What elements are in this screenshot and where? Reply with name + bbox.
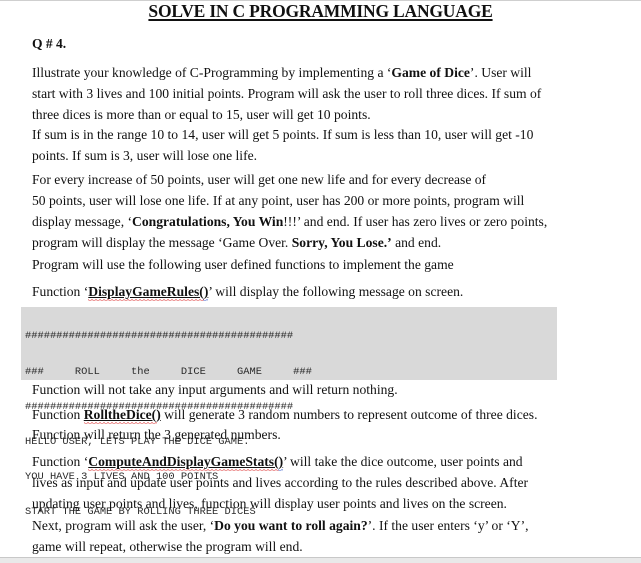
display-rules-line: Function ‘DisplayGameRules()’ will displ… <box>32 281 592 302</box>
functions-intro-line: Program will use the following user defi… <box>32 257 454 272</box>
spellcheck-underline <box>88 469 280 472</box>
function-name-text: RolltheDice() <box>83 407 161 422</box>
console-output-block: ########################################… <box>21 307 557 518</box>
display-rules-note-line: Function will not take any input argumen… <box>32 382 398 397</box>
roll-dice-paragraph: Function RolltheDice() will generate 3 r… <box>32 404 592 444</box>
function-name-display-game-rules: DisplayGameRules() <box>88 284 209 302</box>
roll-dice-line-2: Function will return the 3 generated num… <box>32 427 281 442</box>
compute-stats-line-3: updating user points and lives, function… <box>32 496 507 511</box>
intro-line-3: three dices is more than or equal to 15,… <box>32 107 371 122</box>
function-name-compute-and-display-game-stats: ComputeAndDisplayGameStats() <box>88 454 284 472</box>
lives-text: display message, ‘ <box>32 214 133 229</box>
function-name-roll-the-dice: RolltheDice() <box>83 407 161 425</box>
bottom-border <box>0 557 641 563</box>
repeat-rule-paragraph: Next, program will ask the user, ‘Do you… <box>32 515 592 557</box>
lives-rule-paragraph: For every increase of 50 points, user wi… <box>32 169 592 253</box>
lives-text: !!!’ and end. If user has zero lives or … <box>283 214 548 229</box>
page-title: SOLVE IN C PROGRAMMING LANGUAGE <box>148 1 493 21</box>
functions-intro-paragraph: Program will use the following user defi… <box>32 254 592 275</box>
display-rules-paragraph: Function ‘DisplayGameRules()’ will displ… <box>32 281 592 302</box>
function-name-text: ComputeAndDisplayGameStats() <box>88 454 284 469</box>
grammar-underline <box>203 299 209 302</box>
repeat-line-2: game will repeat, otherwise the program … <box>32 539 303 554</box>
function-name-text: DisplayGameRules() <box>88 284 209 299</box>
lives-text: and end. <box>391 235 442 250</box>
lives-text: program will display the message ‘Game O… <box>32 235 292 250</box>
display-rules-suffix: ’ will display the following message on … <box>208 284 464 299</box>
lives-line-3: display message, ‘Congratulations, You W… <box>32 211 592 232</box>
intro-text: ’. User will <box>469 65 532 80</box>
display-rules-prefix: Function ‘ <box>32 284 89 299</box>
grammar-underline <box>278 469 284 472</box>
spellcheck-underline <box>83 422 157 425</box>
code-line: ########################################… <box>25 330 294 343</box>
compute-stats-prefix: Function ‘ <box>32 454 89 469</box>
repeat-text: ’. If the user enters ‘y’ or ‘Y’, <box>367 518 529 533</box>
lives-line-1: For every increase of 50 points, user wi… <box>32 172 487 187</box>
repeat-line-1: Next, program will ask the user, ‘Do you… <box>32 515 592 536</box>
intro-line-1: Illustrate your knowledge of C-Programmi… <box>32 62 592 83</box>
lose-message-bold: Sorry, You Lose.’ <box>291 235 392 250</box>
win-message-bold: Congratulations, You Win <box>132 214 284 229</box>
compute-stats-paragraph: Function ‘ComputeAndDisplayGameStats()’ … <box>32 451 592 514</box>
roll-dice-suffix: will generate 3 random numbers to repres… <box>160 407 538 422</box>
intro-paragraph: Illustrate your knowledge of C-Programmi… <box>32 62 592 125</box>
compute-stats-suffix: ’ will take the dice outcome, user point… <box>283 454 523 469</box>
game-name-bold: Game of Dice <box>391 65 470 80</box>
intro-line-2: start with 3 lives and 100 initial point… <box>32 86 542 101</box>
display-rules-note-paragraph: Function will not take any input argumen… <box>32 379 592 400</box>
spellcheck-underline <box>88 299 205 302</box>
range-line-2: points. If sum is 3, user will lose one … <box>32 148 258 163</box>
code-line: ### ROLL the DICE GAME ### <box>25 365 312 378</box>
roll-dice-line-1: Function RolltheDice() will generate 3 r… <box>32 404 592 425</box>
compute-stats-line-1: Function ‘ComputeAndDisplayGameStats()’ … <box>32 451 592 472</box>
question-number: Q # 4. <box>32 36 67 51</box>
compute-stats-line-2: lives as input and update user points an… <box>32 475 529 490</box>
repeat-text: Next, program will ask the user, ‘ <box>32 518 215 533</box>
lives-line-2: 50 points, user will lose one life. If a… <box>32 193 525 208</box>
lives-line-4: program will display the message ‘Game O… <box>32 232 592 253</box>
range-line-1: If sum is in the range 10 to 14, user wi… <box>32 127 534 142</box>
intro-text: Illustrate your knowledge of C-Programmi… <box>32 65 392 80</box>
range-rule-paragraph: If sum is in the range 10 to 14, user wi… <box>32 124 592 166</box>
roll-again-prompt-bold: Do you want to roll again? <box>214 518 368 533</box>
roll-dice-prefix: Function <box>32 407 84 422</box>
